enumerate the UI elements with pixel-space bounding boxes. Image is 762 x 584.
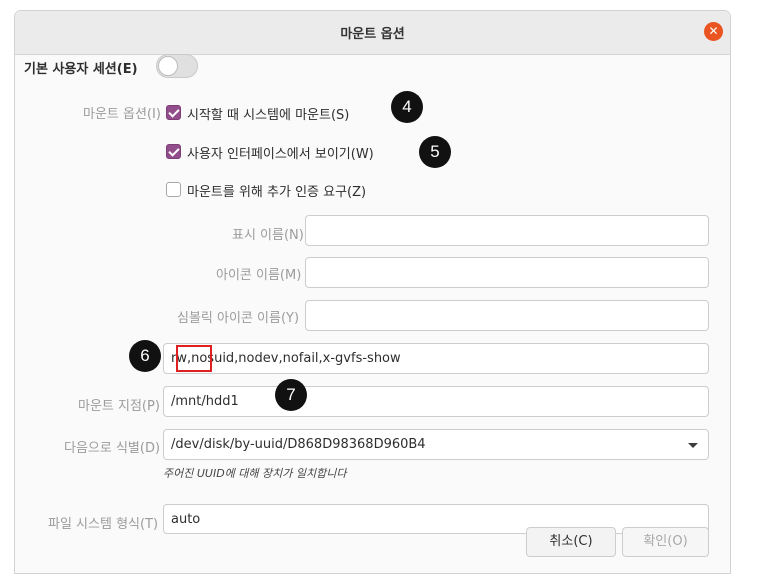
session-toggle[interactable] [156, 54, 198, 78]
chevron-down-icon [688, 443, 698, 448]
checkbox-box[interactable] [166, 105, 181, 120]
mount-point-label: 마운트 지점(P) [78, 399, 160, 414]
identify-as-value: /dev/disk/by-uuid/D868D98368D960B4 [171, 437, 426, 452]
marker-6: 6 [129, 340, 161, 372]
symbolic-icon-name-input[interactable] [305, 300, 709, 331]
identify-as-label: 다음으로 식별(D) [64, 441, 161, 456]
identify-hint: 주어진 UUID에 대해 장치가 일치합니다 [163, 467, 347, 480]
symbolic-icon-name-label: 심볼릭 아이콘 이름(Y) [177, 311, 300, 326]
display-name-label: 표시 이름(N) [232, 228, 304, 243]
display-name-input[interactable] [305, 215, 709, 246]
marker-4: 4 [391, 91, 423, 123]
window-title: 마운트 옵션 [340, 27, 405, 42]
mount-options-dialog: 마운트 옵션 ✕ [14, 10, 731, 574]
title-bar: 마운트 옵션 ✕ [15, 11, 730, 55]
filesystem-type-value: auto [171, 512, 201, 527]
checkbox-label: 마운트를 위해 추가 인증 요구(Z) [187, 185, 367, 200]
marker-5: 5 [419, 136, 451, 168]
checkbox-label: 시작할 때 시스템에 마운트(S) [187, 108, 350, 123]
checkbox-box[interactable] [166, 144, 181, 159]
close-icon[interactable]: ✕ [704, 22, 723, 41]
checkbox-box[interactable] [166, 182, 181, 197]
highlight-box [176, 345, 212, 372]
icon-name-input[interactable] [305, 257, 709, 288]
identify-as-dropdown[interactable]: /dev/disk/by-uuid/D868D98368D960B4 [163, 429, 709, 460]
checkbox-label: 사용자 인터페이스에서 보이기(W) [187, 147, 374, 162]
cancel-button[interactable]: 취소(C) [526, 527, 616, 557]
marker-7: 7 [275, 379, 307, 411]
mount-point-input[interactable]: /mnt/hdd1 [163, 386, 709, 417]
ok-button[interactable]: 확인(O) [622, 527, 709, 557]
toggle-knob [158, 56, 178, 76]
session-label: 기본 사용자 세션(E) [24, 62, 138, 77]
mount-point-value: /mnt/hdd1 [171, 394, 239, 409]
filesystem-type-label: 파일 시스템 형식(T) [48, 517, 159, 532]
mount-options-input[interactable]: rw,nosuid,nodev,nofail,x-gvfs-show [163, 343, 709, 374]
icon-name-label: 아이콘 이름(M) [216, 268, 302, 283]
mount-options-label: 마운트 옵션(I) [83, 107, 161, 122]
